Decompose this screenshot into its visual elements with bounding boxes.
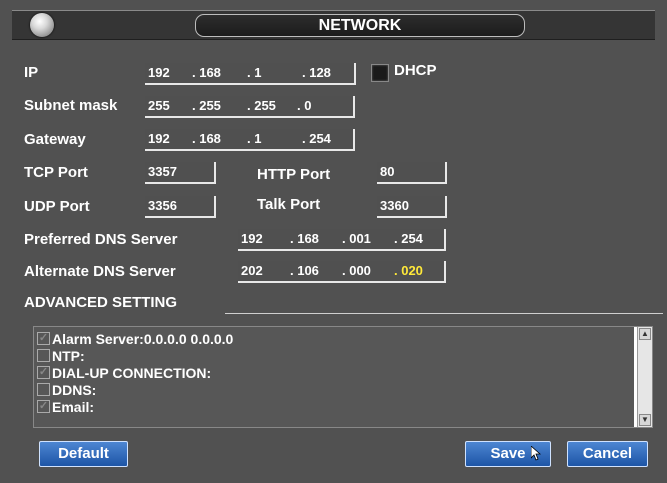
default-button[interactable]: Default bbox=[39, 441, 128, 467]
gateway-octet-1[interactable]: 192 bbox=[148, 129, 170, 149]
advanced-item[interactable]: DDNS: bbox=[37, 381, 233, 398]
network-dialog: NETWORK IP 192 . 168 . 1 . 128 DHCP Subn… bbox=[0, 0, 667, 483]
dhcp-checkbox[interactable] bbox=[371, 64, 389, 82]
adns-octet-3[interactable]: . 000 bbox=[342, 261, 371, 281]
item-checkbox[interactable] bbox=[37, 366, 50, 379]
gateway-label: Gateway bbox=[24, 131, 86, 148]
advanced-divider bbox=[225, 313, 663, 314]
alternate-dns-field[interactable]: 202 . 106 . 000 . 020 bbox=[238, 261, 446, 283]
advanced-item[interactable]: Alarm Server:0.0.0.0 0.0.0.0 bbox=[37, 330, 233, 347]
preferred-dns-field[interactable]: 192 . 168 . 001 . 254 bbox=[238, 229, 446, 251]
adns-octet-2[interactable]: . 106 bbox=[290, 261, 319, 281]
gateway-octet-3[interactable]: . 1 bbox=[247, 129, 261, 149]
adns-octet-1[interactable]: 202 bbox=[241, 261, 263, 281]
http-port-value: 80 bbox=[380, 164, 395, 179]
item-label: Alarm Server:0.0.0.0 0.0.0.0 bbox=[52, 330, 234, 347]
advanced-settings-list[interactable]: Alarm Server:0.0.0.0 0.0.0.0NTP:DIAL-UP … bbox=[33, 326, 653, 428]
dialog-title: NETWORK bbox=[195, 14, 525, 37]
subnet-field[interactable]: 255 . 255 . 255 . 0 bbox=[145, 96, 355, 118]
mouse-cursor-icon bbox=[531, 446, 541, 461]
talk-port-value: 3360 bbox=[380, 198, 409, 213]
advanced-item[interactable]: Email: bbox=[37, 398, 233, 415]
gateway-field[interactable]: 192 . 168 . 1 . 254 bbox=[145, 129, 355, 151]
advanced-item[interactable]: NTP: bbox=[37, 347, 233, 364]
advanced-setting-heading: ADVANCED SETTING bbox=[24, 294, 178, 311]
title-bar: NETWORK bbox=[12, 10, 655, 40]
globe-icon bbox=[30, 13, 54, 37]
vertical-scrollbar[interactable]: ▲ ▼ bbox=[637, 327, 652, 427]
scroll-down-icon[interactable]: ▼ bbox=[639, 414, 651, 426]
preferred-dns-label: Preferred DNS Server bbox=[24, 231, 178, 248]
item-label: DDNS: bbox=[52, 381, 97, 398]
pdns-octet-1[interactable]: 192 bbox=[241, 229, 263, 249]
tcp-port-field[interactable]: 3357 bbox=[145, 162, 216, 184]
scroll-up-icon[interactable]: ▲ bbox=[639, 328, 651, 340]
ip-octet-1[interactable]: 192 bbox=[148, 63, 170, 83]
ip-octet-4[interactable]: . 128 bbox=[302, 63, 331, 83]
tcp-port-value: 3357 bbox=[148, 164, 177, 179]
subnet-octet-2[interactable]: . 255 bbox=[192, 96, 221, 116]
http-port-label: HTTP Port bbox=[257, 166, 331, 183]
advanced-item[interactable]: DIAL-UP CONNECTION: bbox=[37, 364, 233, 381]
dhcp-label: DHCP bbox=[394, 62, 437, 79]
cancel-button[interactable]: Cancel bbox=[567, 441, 648, 467]
ip-field[interactable]: 192 . 168 . 1 . 128 bbox=[145, 63, 356, 85]
udp-port-label: UDP Port bbox=[24, 198, 90, 215]
talk-port-field[interactable]: 3360 bbox=[377, 196, 447, 218]
ip-octet-3[interactable]: . 1 bbox=[247, 63, 261, 83]
adns-octet-4[interactable]: . 020 bbox=[394, 261, 423, 281]
pdns-octet-2[interactable]: . 168 bbox=[290, 229, 319, 249]
ip-label: IP bbox=[24, 64, 39, 81]
item-label: Email: bbox=[52, 398, 95, 415]
tcp-port-label: TCP Port bbox=[24, 164, 88, 181]
alternate-dns-label: Alternate DNS Server bbox=[24, 263, 176, 280]
subnet-octet-4[interactable]: . 0 bbox=[297, 96, 311, 116]
gateway-octet-2[interactable]: . 168 bbox=[192, 129, 221, 149]
subnet-label: Subnet mask bbox=[24, 97, 118, 114]
item-label: NTP: bbox=[52, 347, 85, 364]
subnet-octet-1[interactable]: 255 bbox=[148, 96, 170, 116]
pdns-octet-4[interactable]: . 254 bbox=[394, 229, 423, 249]
talk-port-label: Talk Port bbox=[257, 196, 321, 213]
list-items: Alarm Server:0.0.0.0 0.0.0.0NTP:DIAL-UP … bbox=[37, 330, 233, 415]
item-checkbox[interactable] bbox=[37, 349, 50, 362]
item-checkbox[interactable] bbox=[37, 332, 50, 345]
item-checkbox[interactable] bbox=[37, 400, 50, 413]
subnet-octet-3[interactable]: . 255 bbox=[247, 96, 276, 116]
item-label: DIAL-UP CONNECTION: bbox=[52, 364, 212, 381]
gateway-octet-4[interactable]: . 254 bbox=[302, 129, 331, 149]
udp-port-field[interactable]: 3356 bbox=[145, 196, 216, 218]
item-checkbox[interactable] bbox=[37, 383, 50, 396]
http-port-field[interactable]: 80 bbox=[377, 162, 447, 184]
pdns-octet-3[interactable]: . 001 bbox=[342, 229, 371, 249]
ip-octet-2[interactable]: . 168 bbox=[192, 63, 221, 83]
udp-port-value: 3356 bbox=[148, 198, 177, 213]
